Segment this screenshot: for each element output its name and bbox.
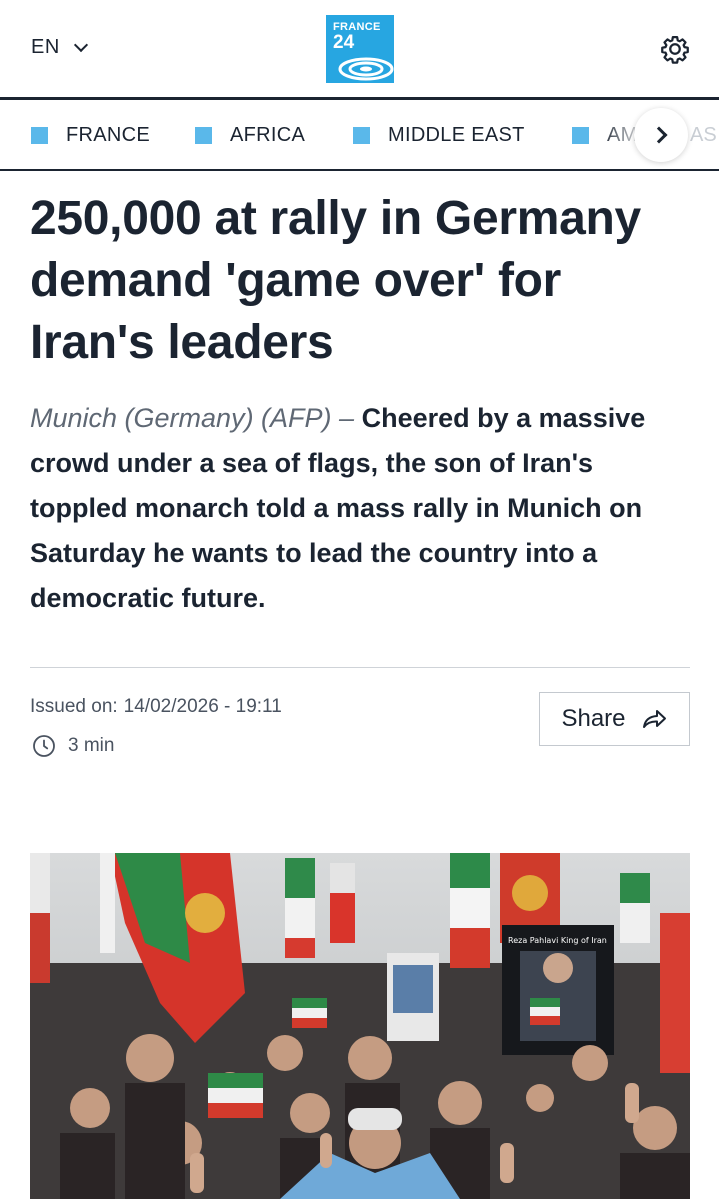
- nav-bullet-icon: [31, 127, 48, 144]
- read-time-value: 3 min: [68, 735, 115, 756]
- nav-scroll-next-button[interactable]: [634, 108, 688, 162]
- share-arrow-icon: [642, 710, 666, 728]
- article-lead-text: Cheered by a massive crowd under a sea o…: [30, 403, 646, 613]
- nav-bullet-icon: [353, 127, 370, 144]
- nav-item-label: FRANCE: [66, 124, 151, 146]
- nav-item-label: MIDDLE EAST: [388, 124, 525, 146]
- article-dateline: Munich (Germany) (AFP) –: [30, 403, 355, 433]
- read-time: 3 min: [32, 734, 114, 758]
- nav-item-label: AFRICA: [230, 124, 306, 146]
- sign-text: Reza Pahlavi King of Iran: [508, 936, 607, 945]
- nav-item-france[interactable]: FRANCE: [31, 124, 150, 147]
- article-lead: Munich (Germany) (AFP) – Cheered by a ma…: [30, 396, 695, 621]
- nav-item-africa[interactable]: AFRICA: [195, 124, 305, 147]
- nav-divider: [0, 169, 719, 171]
- site-header: EN FRANCE 24: [0, 0, 719, 98]
- section-nav: FRANCE AFRICA MIDDLE EAST AM AS: [0, 100, 719, 170]
- issued-date: Issued on: 14/02/2026 - 19:11: [30, 696, 282, 718]
- chevron-down-icon: [73, 37, 88, 52]
- issued-value: 14/02/2026 - 19:11: [123, 696, 282, 717]
- rally-crowd-image: Reza Pahlavi King of Iran: [30, 853, 690, 1199]
- logo-waves-icon: [338, 57, 394, 81]
- nav-bullet-icon: [572, 127, 589, 144]
- clock-icon: [33, 735, 55, 757]
- share-button[interactable]: Share: [539, 692, 690, 746]
- issued-label: Issued on:: [30, 696, 118, 717]
- nav-bullet-icon: [195, 127, 212, 144]
- article-photo: Reza Pahlavi King of Iran: [30, 853, 690, 1199]
- language-selector[interactable]: EN: [31, 36, 88, 59]
- meta-divider: [30, 667, 690, 668]
- france24-logo[interactable]: FRANCE 24: [326, 15, 394, 83]
- chevron-right-icon: [650, 126, 667, 144]
- article-title: 250,000 at rally in Germany demand 'game…: [30, 192, 641, 369]
- gear-icon[interactable]: [660, 34, 690, 64]
- language-label: EN: [31, 36, 60, 58]
- share-label: Share: [561, 705, 626, 732]
- nav-item-asia-partial: AS: [690, 124, 717, 146]
- nav-item-middle-east[interactable]: MIDDLE EAST: [353, 124, 525, 147]
